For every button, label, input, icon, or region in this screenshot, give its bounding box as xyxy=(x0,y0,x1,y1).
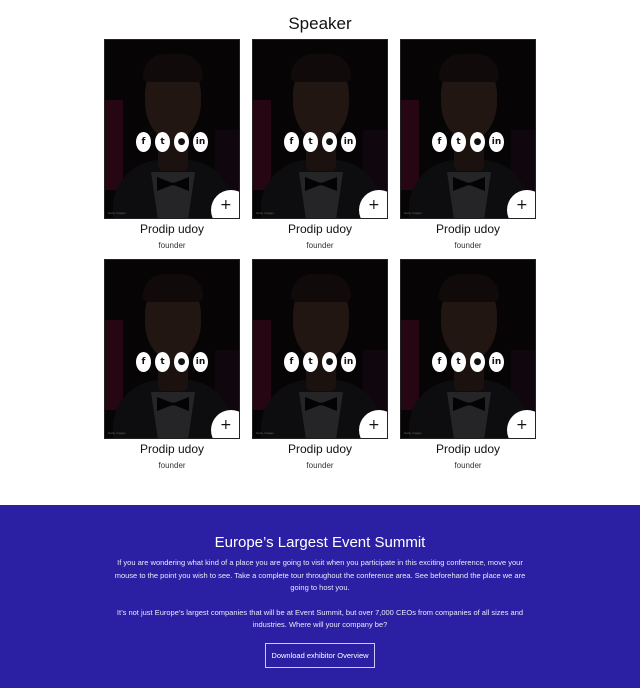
social-links: f t ● in xyxy=(136,132,208,152)
github-icon[interactable]: ● xyxy=(470,132,485,152)
speaker-name: Prodip udoy xyxy=(139,222,205,236)
page-footer-strip xyxy=(0,688,640,700)
plus-icon: + xyxy=(516,417,528,433)
speaker-name: Prodip udoy xyxy=(287,222,353,236)
summit-paragraph-2: It’s not just Europe’s largest companies… xyxy=(116,607,524,630)
github-icon[interactable]: ● xyxy=(322,132,337,152)
speaker-photo: Getty Images f t ● in + xyxy=(400,39,536,219)
twitter-icon[interactable]: t xyxy=(155,132,170,152)
speaker-card[interactable]: Getty Images f t ● in + Prodip udoy foun… xyxy=(104,259,240,470)
linkedin-icon[interactable]: in xyxy=(489,352,504,372)
speaker-name: Prodip udoy xyxy=(139,442,205,456)
facebook-icon[interactable]: f xyxy=(284,352,299,372)
speakers-section: Speaker Getty Images f t ● in + Prodip u… xyxy=(0,0,640,505)
speaker-photo: Getty Images f t ● in + xyxy=(252,39,388,219)
github-icon[interactable]: ● xyxy=(174,132,189,152)
speaker-photo: Getty Images f t ● in + xyxy=(104,259,240,439)
summit-title: Europe’s Largest Event Summit xyxy=(214,534,426,551)
speaker-photo: Getty Images f t ● in + xyxy=(104,39,240,219)
github-icon[interactable]: ● xyxy=(174,352,189,372)
linkedin-icon[interactable]: in xyxy=(193,132,208,152)
plus-icon: + xyxy=(368,417,380,433)
speaker-card[interactable]: Getty Images f t ● in + Prodip udoy foun… xyxy=(400,259,536,470)
social-links: f t ● in xyxy=(136,352,208,372)
linkedin-icon[interactable]: in xyxy=(489,132,504,152)
photo-credit: Getty Images xyxy=(256,431,274,435)
facebook-icon[interactable]: f xyxy=(432,352,447,372)
speaker-name: Prodip udoy xyxy=(287,442,353,456)
github-icon[interactable]: ● xyxy=(322,352,337,372)
social-links: f t ● in xyxy=(284,132,356,152)
speaker-photo: Getty Images f t ● in + xyxy=(252,259,388,439)
speaker-name: Prodip udoy xyxy=(435,442,501,456)
photo-credit: Getty Images xyxy=(404,211,422,215)
speaker-name: Prodip udoy xyxy=(435,222,501,236)
github-icon[interactable]: ● xyxy=(470,352,485,372)
speaker-photo: Getty Images f t ● in + xyxy=(400,259,536,439)
social-links: f t ● in xyxy=(284,352,356,372)
speaker-role: founder xyxy=(306,461,334,470)
summit-section: Europe’s Largest Event Summit If you are… xyxy=(0,505,640,688)
plus-icon: + xyxy=(220,417,232,433)
speaker-card[interactable]: Getty Images f t ● in + Prodip udoy foun… xyxy=(400,39,536,250)
plus-icon: + xyxy=(368,197,380,213)
twitter-icon[interactable]: t xyxy=(155,352,170,372)
linkedin-icon[interactable]: in xyxy=(341,132,356,152)
photo-credit: Getty Images xyxy=(108,211,126,215)
social-links: f t ● in xyxy=(432,352,504,372)
twitter-icon[interactable]: t xyxy=(451,132,466,152)
facebook-icon[interactable]: f xyxy=(136,132,151,152)
linkedin-icon[interactable]: in xyxy=(341,352,356,372)
speaker-card[interactable]: Getty Images f t ● in + Prodip udoy foun… xyxy=(252,259,388,470)
section-title: Speaker xyxy=(288,14,352,33)
facebook-icon[interactable]: f xyxy=(136,352,151,372)
plus-icon: + xyxy=(516,197,528,213)
twitter-icon[interactable]: t xyxy=(303,132,318,152)
speaker-role: founder xyxy=(158,241,186,250)
speaker-role: founder xyxy=(158,461,186,470)
photo-credit: Getty Images xyxy=(256,211,274,215)
linkedin-icon[interactable]: in xyxy=(193,352,208,372)
plus-icon: + xyxy=(220,197,232,213)
facebook-icon[interactable]: f xyxy=(432,132,447,152)
summit-paragraph-1: If you are wondering what kind of a plac… xyxy=(114,558,526,592)
speaker-card[interactable]: Getty Images f t ● in + Prodip udoy foun… xyxy=(252,39,388,250)
speaker-role: founder xyxy=(306,241,334,250)
speaker-card[interactable]: Getty Images f t ● in + Prodip udoy foun… xyxy=(104,39,240,250)
twitter-icon[interactable]: t xyxy=(303,352,318,372)
facebook-icon[interactable]: f xyxy=(284,132,299,152)
social-links: f t ● in xyxy=(432,132,504,152)
twitter-icon[interactable]: t xyxy=(451,352,466,372)
photo-credit: Getty Images xyxy=(404,431,422,435)
download-exhibitor-overview-button[interactable]: Download exhibitor Overview xyxy=(265,642,375,668)
photo-credit: Getty Images xyxy=(108,431,126,435)
speaker-role: founder xyxy=(454,241,482,250)
speaker-role: founder xyxy=(454,461,482,470)
